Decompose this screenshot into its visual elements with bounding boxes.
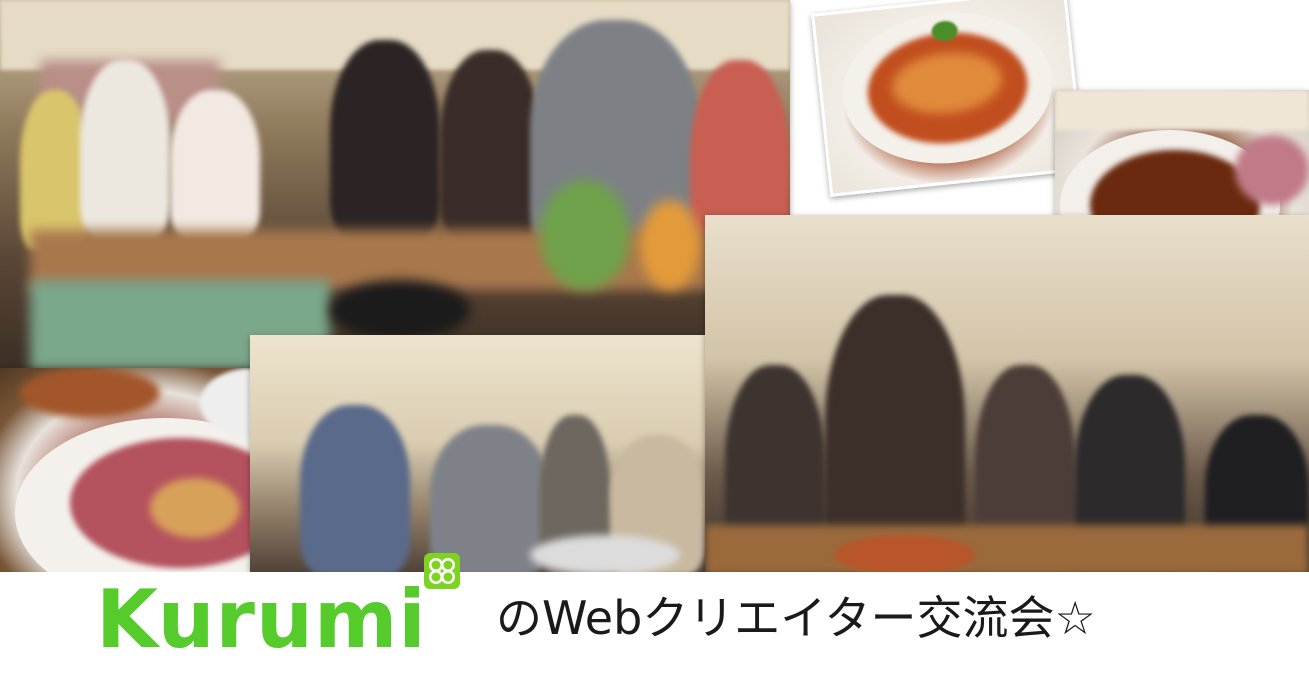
person-blurred [440, 50, 540, 240]
potatoes [150, 478, 240, 538]
kurumi-logo: Kurumi [96, 573, 427, 666]
person-blurred [330, 40, 440, 240]
person-blurred [300, 405, 410, 575]
person-blurred [80, 60, 170, 240]
table [705, 525, 1309, 575]
party-photo-main [0, 0, 790, 370]
event-banner: Kurumi のWebクリエイター交流会☆ [0, 0, 1309, 673]
rice-cooker [330, 280, 470, 340]
bottle [640, 200, 700, 290]
table-top [1055, 90, 1309, 130]
fried-food [20, 368, 160, 418]
event-tagline: のWebクリエイター交流会☆ [496, 591, 1096, 645]
group-photo-right [705, 215, 1309, 575]
group-photo-middle [250, 335, 705, 575]
pasta-photo [811, 0, 1085, 197]
bottle [540, 180, 630, 290]
side-dish [1235, 135, 1309, 205]
person-blurred [170, 90, 260, 240]
food-plate [835, 535, 975, 575]
plates [530, 535, 680, 575]
four-leaf-clover-icon [424, 553, 460, 589]
